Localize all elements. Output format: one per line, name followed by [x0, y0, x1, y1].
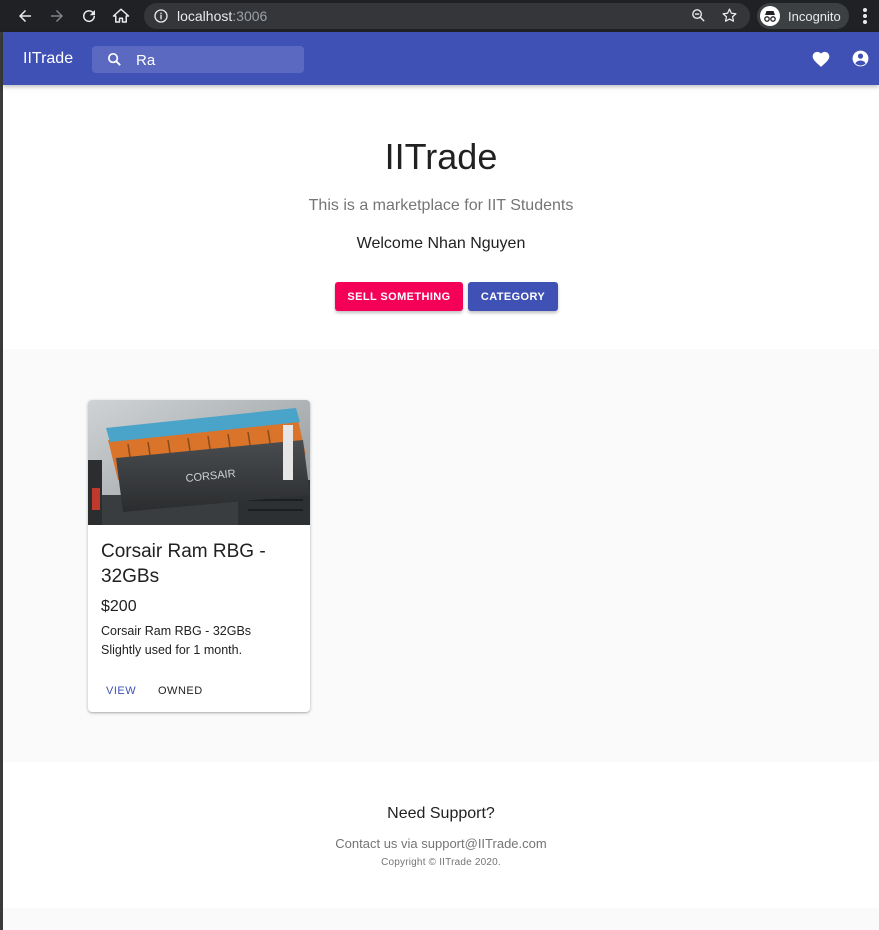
product-title: Corsair Ram RBG - 32GBs	[101, 541, 266, 587]
account-circle-icon[interactable]	[851, 49, 870, 73]
browser-menu-icon[interactable]	[862, 6, 868, 26]
brand-title[interactable]: IITrade	[23, 50, 73, 68]
footer-contact: Contact us via support@IITrade.com	[335, 836, 547, 851]
welcome-message: Welcome Nhan Nguyen	[356, 235, 526, 252]
app-bar: IITrade	[3, 32, 879, 85]
product-description-line: Corsair Ram RBG - 32GBs	[101, 624, 252, 638]
sell-something-button[interactable]: SELL SOMETHING	[335, 282, 463, 311]
product-price: $200	[101, 598, 137, 615]
bookmark-star-icon[interactable]	[721, 7, 738, 24]
url-host: localhost	[177, 8, 233, 24]
search-input[interactable]	[136, 50, 296, 70]
url-port: :3006	[232, 8, 268, 24]
product-grid: CORSAIR Corsair Ram RBG - 32GBs $200 Cor…	[3, 349, 879, 762]
forward-arrow-icon[interactable]	[45, 4, 69, 28]
reload-icon[interactable]	[77, 4, 101, 28]
view-button[interactable]: VIEW	[106, 685, 136, 697]
search-box[interactable]	[92, 46, 304, 73]
url-text: localhost:3006	[177, 8, 267, 24]
product-card[interactable]: CORSAIR Corsair Ram RBG - 32GBs $200 Cor…	[88, 400, 310, 712]
address-bar[interactable]: localhost:3006	[144, 3, 750, 29]
incognito-profile-button[interactable]: Incognito	[757, 3, 849, 29]
product-description: Corsair Ram RBG - 32GBs Slightly used fo…	[101, 622, 297, 660]
category-button[interactable]: CATEGORY	[468, 282, 558, 311]
footer-title: Need Support?	[387, 805, 495, 822]
favorite-heart-icon[interactable]	[811, 49, 831, 73]
back-arrow-icon[interactable]	[13, 4, 37, 28]
browser-toolbar: localhost:3006 Incognito	[0, 0, 879, 32]
incognito-icon	[760, 6, 780, 26]
zoom-icon[interactable]	[690, 7, 707, 24]
bottom-band	[3, 908, 879, 930]
footer-copyright: Copyright © IITrade 2020.	[381, 857, 501, 868]
search-icon	[106, 51, 123, 73]
page-title: IITrade	[384, 136, 498, 177]
incognito-label: Incognito	[788, 9, 841, 24]
site-info-icon[interactable]	[153, 8, 169, 24]
product-image[interactable]: CORSAIR	[88, 400, 310, 525]
owned-button[interactable]: OWNED	[158, 685, 203, 697]
product-description-line: Slightly used for 1 month.	[101, 643, 243, 657]
page-subtitle: This is a marketplace for IIT Students	[308, 197, 574, 214]
home-icon[interactable]	[109, 4, 133, 28]
